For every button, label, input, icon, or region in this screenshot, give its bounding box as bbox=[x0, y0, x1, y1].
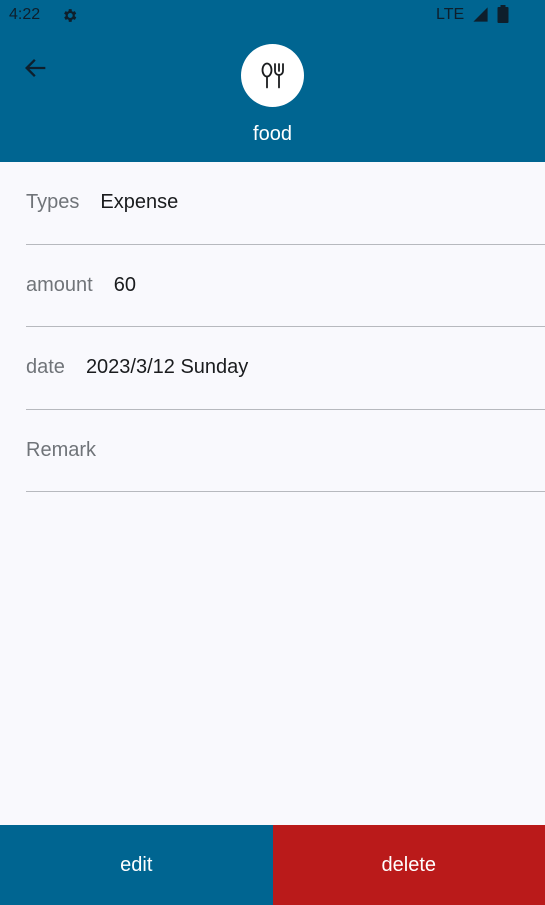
edit-button[interactable]: edit bbox=[0, 825, 273, 905]
amount-row: amount 60 bbox=[26, 245, 545, 327]
arrow-back-icon bbox=[25, 59, 46, 77]
remark-label: Remark bbox=[26, 438, 97, 461]
date-row: date 2023/3/12 Sunday bbox=[26, 327, 545, 410]
remark-row: Remark bbox=[26, 410, 545, 492]
type-label: Types bbox=[26, 191, 80, 214]
restaurant-icon bbox=[261, 62, 284, 88]
category-avatar bbox=[241, 44, 304, 107]
delete-button[interactable]: delete bbox=[272, 825, 545, 905]
action-bar: edit delete bbox=[0, 825, 545, 905]
category-name: food bbox=[253, 123, 292, 145]
signal-icon bbox=[473, 7, 488, 22]
amount-label: amount bbox=[26, 273, 93, 296]
type-row: Types Expense bbox=[26, 162, 545, 245]
date-value: 2023/3/12 Sunday bbox=[85, 356, 249, 379]
type-value: Expense bbox=[100, 191, 179, 214]
status-time: 4:22 bbox=[9, 6, 41, 23]
amount-value: 60 bbox=[113, 273, 136, 296]
app-header: 4:22 LTE food bbox=[0, 0, 545, 162]
status-bar: 4:22 LTE bbox=[0, 0, 545, 30]
back-button[interactable] bbox=[16, 48, 56, 88]
gear-icon bbox=[64, 9, 77, 22]
battery-icon bbox=[497, 5, 509, 23]
network-type: LTE bbox=[436, 6, 465, 23]
transaction-details: Types Expense amount 60 date 2023/3/12 S… bbox=[0, 162, 545, 492]
date-label: date bbox=[26, 356, 65, 379]
